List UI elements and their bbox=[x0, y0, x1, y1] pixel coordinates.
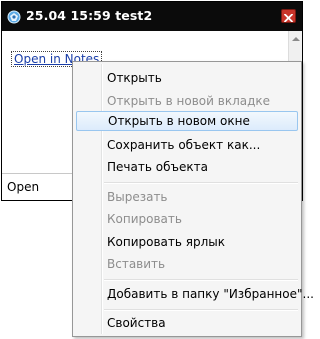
menu-item-add-to-favorites[interactable]: Добавить в папку "Избранное"... bbox=[76, 284, 314, 304]
close-icon bbox=[284, 7, 293, 26]
menu-item-open-new-tab[interactable]: Открыть в новой вкладке bbox=[76, 91, 298, 111]
menu-item-copy-shortcut[interactable]: Копировать ярлык bbox=[76, 232, 298, 252]
window-title: 25.04 15:59 test2 bbox=[26, 8, 153, 23]
context-menu: Открыть Открыть в новой вкладке Открыть … bbox=[72, 61, 314, 337]
close-button[interactable] bbox=[281, 9, 296, 23]
menu-item-paste[interactable]: Вставить bbox=[76, 254, 298, 274]
menu-separator bbox=[104, 182, 298, 184]
title-bar[interactable]: 25.04 15:59 test2 bbox=[2, 2, 302, 31]
menu-item-open[interactable]: Открыть bbox=[76, 68, 298, 88]
menu-separator bbox=[104, 309, 298, 311]
lotus-notes-icon bbox=[7, 9, 21, 24]
menu-item-save-object-as[interactable]: Сохранить объект как... bbox=[76, 135, 298, 155]
menu-item-properties[interactable]: Свойства bbox=[76, 313, 298, 333]
scroll-up-arrow-icon[interactable] bbox=[292, 37, 300, 41]
menu-item-open-new-window[interactable]: Открыть в новом окне bbox=[76, 111, 298, 131]
menu-separator bbox=[104, 279, 298, 281]
menu-item-cut[interactable]: Вырезать bbox=[76, 187, 298, 207]
menu-item-copy[interactable]: Копировать bbox=[76, 209, 298, 229]
status-text: Open bbox=[7, 180, 40, 194]
menu-item-print-object[interactable]: Печать объекта bbox=[76, 157, 298, 177]
